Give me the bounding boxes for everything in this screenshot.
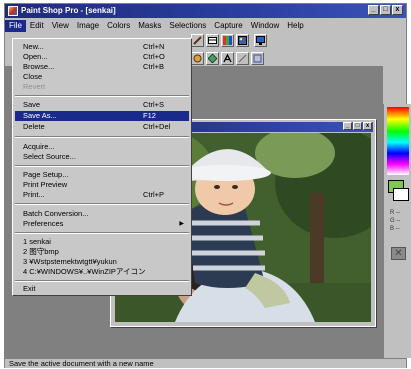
window-title: Paint Shop Pro - [senkai] (21, 6, 116, 15)
shape-tool-button[interactable] (251, 52, 264, 65)
image-window-controls: _ □ x (343, 122, 372, 130)
menu-item-new[interactable]: New... Ctrl+N (15, 42, 189, 52)
menu-view[interactable]: View (48, 20, 73, 32)
menu-item-open[interactable]: Open... Ctrl+O (15, 52, 189, 62)
menu-separator (15, 165, 189, 167)
line-icon (238, 54, 247, 63)
menu-capture[interactable]: Capture (210, 20, 246, 32)
toolbox-toggle-button[interactable] (206, 34, 219, 47)
menu-help[interactable]: Help (283, 20, 307, 32)
monitor-icon (256, 36, 265, 45)
menu-item-close[interactable]: Close (15, 72, 189, 82)
menu-item-preferences[interactable]: Preferences ▶ (15, 219, 189, 229)
color-palette-toggle-button[interactable] (221, 34, 234, 47)
menu-item-save[interactable]: Save Ctrl+S (15, 100, 189, 110)
menu-selections[interactable]: Selections (165, 20, 210, 32)
menu-window[interactable]: Window (247, 20, 283, 32)
text-icon (223, 54, 232, 63)
menu-item-recent-file[interactable]: 3 ¥Wstpstemektwtgtt¥yukun (15, 257, 189, 267)
menu-item-revert: Revert (23, 82, 46, 91)
menu-separator (15, 280, 189, 282)
status-text: Save the active document with a new name (9, 359, 154, 368)
flood-fill-icon (208, 54, 217, 63)
clone-icon (193, 54, 202, 63)
toolbar-top (191, 34, 267, 47)
menu-item-batch-conversion[interactable]: Batch Conversion... (15, 209, 189, 219)
image-icon (238, 36, 247, 45)
menu-item-print-preview[interactable]: Print Preview (15, 180, 189, 190)
maximize-button[interactable]: □ (380, 5, 391, 15)
paintbrush-tool-button[interactable] (191, 34, 204, 47)
file-menu-dropdown: New... Ctrl+N Open... Ctrl+O Browse... C… (12, 38, 192, 296)
clone-tool-button[interactable] (191, 52, 204, 65)
rectangle-icon (253, 54, 262, 63)
color-spectrum-picker[interactable] (387, 107, 409, 175)
image-close-button[interactable]: x (363, 122, 372, 130)
menu-item-delete[interactable]: Delete Ctrl+Del (15, 122, 189, 132)
line-tool-button[interactable] (236, 52, 249, 65)
menu-item-browse[interactable]: Browse... Ctrl+B (15, 62, 189, 72)
menu-separator (15, 95, 189, 97)
menu-item-save-as[interactable]: Save As... F12 (15, 111, 189, 121)
background-color-swatch[interactable] (393, 188, 409, 201)
paint-shop-pro-window: Paint Shop Pro - [senkai] _ □ x File Edi… (4, 3, 411, 368)
fill-tool-button[interactable] (206, 52, 219, 65)
text-tool-button[interactable] (221, 52, 234, 65)
menu-item-recent-file[interactable]: 1 senkai (15, 237, 189, 247)
close-button[interactable]: x (392, 5, 403, 15)
menu-item-recent-file[interactable]: 4 C:¥WINDOWS¥..¥WinZIPアイコン (15, 267, 189, 277)
menu-colors[interactable]: Colors (103, 20, 134, 32)
menu-separator (15, 232, 189, 234)
image-view-button[interactable] (236, 34, 249, 47)
menu-bar: File Edit View Image Colors Masks Select… (5, 19, 406, 32)
menu-separator (15, 136, 189, 138)
menu-separator (15, 203, 189, 205)
submenu-arrow-icon: ▶ (179, 221, 184, 227)
menu-item-page-setup[interactable]: Page Setup... (15, 170, 189, 180)
title-bar[interactable]: Paint Shop Pro - [senkai] _ □ x (5, 4, 406, 18)
window-controls: _ □ x (368, 5, 403, 15)
menu-item-recent-file[interactable]: 2 图守bmp (15, 247, 189, 257)
color-palette: R -- G -- B -- ✕ (383, 104, 411, 358)
blue-value: B -- (390, 226, 400, 232)
toolbox-icon (208, 37, 217, 44)
app-icon[interactable] (8, 6, 18, 16)
menu-file[interactable]: File (5, 19, 26, 32)
green-value: G -- (390, 218, 401, 224)
minimize-button[interactable]: _ (368, 5, 379, 15)
menu-edit[interactable]: Edit (26, 20, 48, 32)
menu-item-acquire[interactable]: Acquire... (15, 142, 189, 152)
menu-item-select-source[interactable]: Select Source... (15, 152, 189, 162)
menu-masks[interactable]: Masks (134, 20, 165, 32)
monitor-button[interactable] (254, 34, 267, 47)
red-value: R -- (390, 210, 400, 216)
paintbrush-icon (193, 36, 202, 45)
image-maximize-button[interactable]: □ (353, 122, 362, 130)
transparent-color-icon[interactable]: ✕ (391, 247, 406, 260)
palette-icon (223, 36, 232, 45)
toolbar-tools (191, 52, 264, 65)
image-minimize-button[interactable]: _ (343, 122, 352, 130)
menu-image[interactable]: Image (73, 20, 103, 32)
status-bar: Save the active document with a new name (5, 358, 406, 368)
menu-item-print[interactable]: Print... Ctrl+P (15, 190, 189, 200)
menu-item-exit[interactable]: Exit (15, 284, 189, 294)
